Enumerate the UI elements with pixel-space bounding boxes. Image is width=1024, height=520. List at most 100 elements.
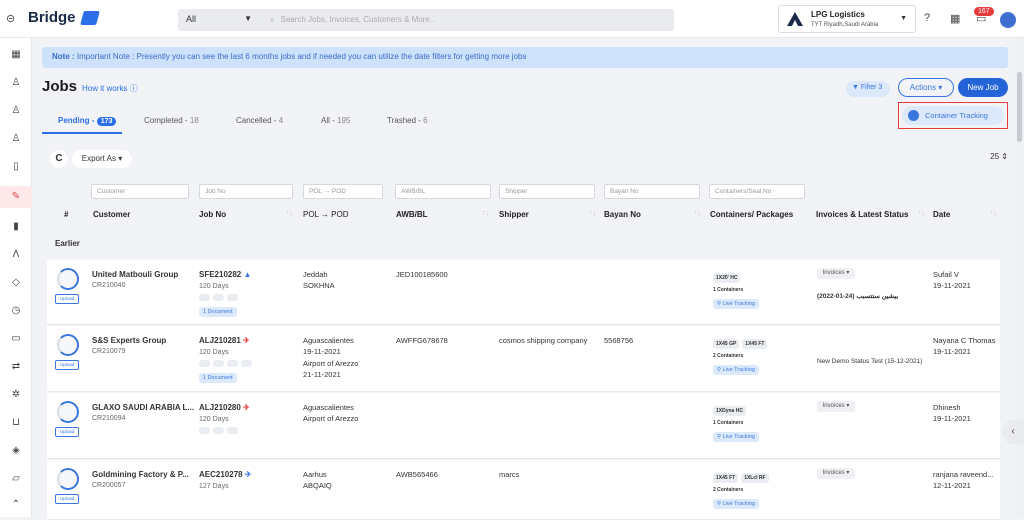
customer-code: CR210079 [92,348,126,355]
live-tracking-button[interactable]: ⚲ Live Tracking [713,299,759,309]
tab-count: 6 [423,116,428,125]
cart-icon[interactable]: ⊔ [0,412,32,434]
pod-date: 21-11-2021 [303,370,341,379]
bayan-filter-input[interactable]: Bayan No [604,184,700,199]
search-scope-select[interactable]: All ▼ [178,9,264,31]
awb-filter-input[interactable]: AWB/BL [395,184,491,199]
customer-name[interactable]: GLAXO SAUDI ARABIA L... [92,403,194,412]
upload-button[interactable]: Upload [55,427,79,437]
job-number[interactable]: AEC210278 [199,470,243,479]
col-shipper[interactable]: Shipper [499,210,529,219]
container-tracking-button[interactable]: Container Tracking [902,106,1004,125]
container-count: 2 Containers [713,353,744,359]
job-number[interactable]: ALJ210280 [199,403,241,412]
reports-icon[interactable]: ▮ [0,216,32,238]
live-tracking-button[interactable]: ⚲ Live Tracking [713,499,759,509]
users-icon[interactable]: ♙ [0,100,32,122]
apps-grid-icon[interactable]: ▦ [950,12,960,25]
tab-all[interactable]: All - 195 [321,116,350,125]
tag-icon[interactable]: ◇ [0,272,32,294]
settings-icon[interactable]: ✲ [0,384,32,406]
sort-icon[interactable]: ↑↓ [918,210,925,217]
invoices-dropdown[interactable]: Invoices ▾ [817,401,855,412]
document-badge[interactable]: 1 Document [199,307,237,317]
jobno-filter-input[interactable]: Job No [199,184,293,199]
collapse-icon[interactable]: ⌃ [0,494,32,516]
new-job-button[interactable]: New Job [958,78,1008,97]
tab-label: Cancelled - [236,116,277,125]
job-mini-icons [199,360,255,369]
actions-button[interactable]: Actions ▾ [898,78,954,97]
upload-button[interactable]: Upload [55,294,79,304]
container-count: 2 Containers [713,487,744,493]
live-tracking-button[interactable]: ⚲ Live Tracking [713,365,759,375]
col-job-no[interactable]: Job No [199,210,226,219]
layers-icon[interactable]: ◈ [0,440,32,462]
global-search-input[interactable]: ⌕ Search Jobs, Invoices, Customers & More… [264,9,674,31]
sort-icon[interactable]: ↑↓ [990,210,997,217]
chevron-down-icon: ▾ [938,83,943,92]
table-row[interactable]: Upload GLAXO SAUDI ARABIA L... CR210094 … [47,393,1000,459]
road-icon[interactable]: Λ [0,244,32,266]
document-badge[interactable]: 1 Document [199,373,237,383]
card-icon[interactable]: ▭ [0,328,32,350]
company-selector[interactable]: LPG Logistics TYT Riyadh,Saudi Arabia ▼ [778,5,916,33]
menu-toggle-icon[interactable]: ⊝ [6,12,15,25]
help-icon[interactable]: ? [924,12,930,24]
col-pol-pod[interactable]: POL → POD [303,210,349,219]
tab-trashed[interactable]: Trashed - 6 [387,116,428,125]
clock-icon[interactable]: ◷ [0,300,32,322]
export-button[interactable]: Export As ▾ [72,150,132,168]
containers-filter-input[interactable]: Containers/Seal No [709,184,805,199]
customer-filter-input[interactable]: Customer [91,184,189,199]
inbox-icon[interactable]: ▱ [0,468,32,490]
sort-icon[interactable]: ↑↓ [482,210,489,217]
table-row[interactable]: Upload United Matbouli Group CR210040 SF… [47,260,1000,325]
sort-icon[interactable]: ↑↓ [286,210,293,217]
add-user-icon[interactable]: ♙ [0,128,32,150]
tab-pending[interactable]: Pending - 173 [58,116,117,126]
col-awb[interactable]: AWB/BL [396,210,428,219]
sort-icon[interactable]: ↑↓ [694,210,701,217]
invoices-dropdown[interactable]: Invoices ▾ [817,468,855,479]
pod: SOKHNA [303,281,335,290]
transfer-icon[interactable]: ⇄ [0,356,32,378]
logo[interactable]: Bridge [28,9,100,26]
tab-completed[interactable]: Completed - 18 [144,116,199,125]
live-tracking-button[interactable]: ⚲ Live Tracking [713,432,759,442]
sort-icon[interactable]: ↑↓ [589,210,596,217]
tab-label: All - [321,116,335,125]
customer-name[interactable]: Goldmining Factory & P... [92,470,189,479]
job-number[interactable]: ALJ210281 [199,336,241,345]
col-date[interactable]: Date [933,210,950,219]
filter-button[interactable]: ▼ Filter 3 [846,81,890,97]
col-containers[interactable]: Containers/ Packages [710,210,793,219]
upload-button[interactable]: Upload [55,494,79,504]
job-number[interactable]: SFE210282 [199,270,241,279]
chevron-left-icon[interactable]: ‹ [1002,420,1024,444]
jobs-icon[interactable]: ✎ [0,186,32,208]
polpod-filter-input[interactable]: POL → POD [303,184,383,199]
page-size-select[interactable]: 25 ⇕ [990,152,1008,161]
dashboard-icon[interactable]: ▦ [0,44,32,66]
user-icon[interactable]: ♙ [0,72,32,94]
live-tracking-label: Live Tracking [722,301,755,307]
scrollbar-thumb[interactable] [1017,72,1022,142]
bookmark-icon[interactable]: ▯ [0,156,32,178]
avatar[interactable] [1000,12,1016,28]
customer-name[interactable]: S&S Experts Group [92,336,166,345]
upload-button[interactable]: Upload [55,360,79,370]
customer-name[interactable]: United Matbouli Group [92,270,178,279]
invoices-dropdown[interactable]: Invoices ▾ [817,268,855,279]
col-bayan[interactable]: Bayan No [604,210,641,219]
container-count: 1 Containers [713,287,744,293]
table-row[interactable]: Upload S&S Experts Group CR210079 ALJ210… [47,326,1000,392]
container-chip: 1XLcl RF [741,473,769,483]
tab-cancelled[interactable]: Cancelled - 4 [236,116,283,125]
shipper-filter-input[interactable]: Shipper [499,184,595,199]
refresh-button[interactable]: C [50,150,68,168]
how-it-works-link[interactable]: How it works ⓘ [82,83,138,94]
col-invoices-status[interactable]: Invoices & Latest Status [816,210,908,219]
table-row[interactable]: Upload Goldmining Factory & P... CR20005… [47,460,1000,520]
col-customer[interactable]: Customer [93,210,130,219]
